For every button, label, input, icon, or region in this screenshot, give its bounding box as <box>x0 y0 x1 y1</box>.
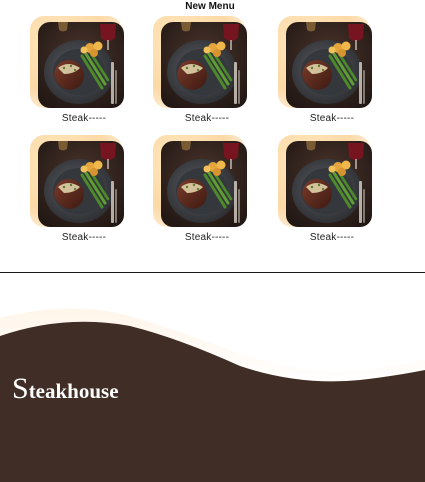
menu-item-label: Steak----- <box>184 113 230 124</box>
brand-logo[interactable]: Steakhouse <box>12 372 119 406</box>
steak-image[interactable] <box>161 22 247 108</box>
menu-item[interactable]: Steak----- <box>278 16 380 124</box>
menu-item-label: Steak----- <box>309 113 355 124</box>
menu-item[interactable]: Steak----- <box>153 135 255 243</box>
steak-image[interactable] <box>38 141 124 227</box>
steak-image[interactable] <box>286 22 372 108</box>
menu-item-label: Steak----- <box>61 113 107 124</box>
menu-item-label: Steak----- <box>309 232 355 243</box>
brand-name: teakhouse <box>28 379 119 403</box>
section-divider <box>0 272 425 273</box>
menu-grid: Steak----- Steak----- Steak----- Steak--… <box>0 0 425 260</box>
steak-image[interactable] <box>38 22 124 108</box>
menu-item-label: Steak----- <box>184 232 230 243</box>
menu-item[interactable]: Steak----- <box>30 135 132 243</box>
menu-item[interactable]: Steak----- <box>30 16 132 124</box>
brand-initial: S <box>12 372 29 405</box>
menu-item[interactable]: Steak----- <box>278 135 380 243</box>
menu-item[interactable]: Steak----- <box>153 16 255 124</box>
steak-image[interactable] <box>286 141 372 227</box>
menu-item-label: Steak----- <box>61 232 107 243</box>
steak-image[interactable] <box>161 141 247 227</box>
